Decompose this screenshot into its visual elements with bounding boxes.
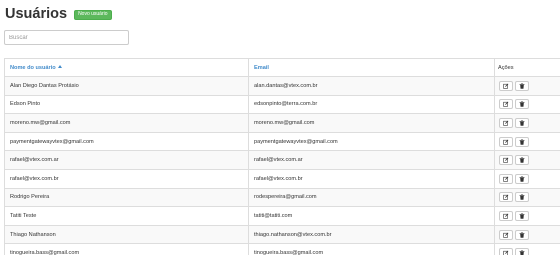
trash-icon bbox=[519, 176, 525, 182]
table-header-row: Nome do usuário Email Ações bbox=[4, 58, 560, 77]
users-table-body: Alan Diego Dantas Protásio alan.dantas@vt… bbox=[4, 76, 560, 255]
user-actions-cell bbox=[494, 94, 560, 115]
edit-user-button[interactable] bbox=[499, 173, 513, 184]
user-email-cell: rafael@vtex.com.br bbox=[248, 168, 495, 189]
table-row: rafael@vtex.com.br rafael@vtex.com.br bbox=[4, 168, 560, 189]
user-actions-cell bbox=[494, 168, 560, 189]
sort-ascending-icon bbox=[57, 64, 62, 68]
delete-user-button[interactable] bbox=[515, 192, 529, 203]
user-email-cell: tinogueira.bass@gmail.com bbox=[248, 243, 495, 255]
delete-user-button[interactable] bbox=[515, 173, 529, 184]
user-email-cell: rodespereira@gmail.com bbox=[248, 187, 495, 208]
delete-user-button[interactable] bbox=[515, 80, 529, 91]
edit-user-button[interactable] bbox=[499, 192, 513, 203]
user-name-cell: rafael@vtex.com.br bbox=[4, 168, 249, 189]
table-row: Alan Diego Dantas Protásio alan.dantas@vt… bbox=[4, 76, 560, 96]
user-actions-cell bbox=[494, 224, 560, 245]
user-actions-cell bbox=[494, 131, 560, 152]
edit-icon bbox=[503, 120, 509, 126]
trash-icon bbox=[519, 194, 525, 201]
trash-icon bbox=[519, 83, 525, 89]
table-row: paymentgatewayvtex@gmail.com paymentgatew… bbox=[4, 131, 560, 152]
edit-user-button[interactable] bbox=[499, 80, 513, 91]
delete-user-button[interactable] bbox=[515, 210, 529, 221]
user-email-cell: moreno.mw@gmail.com bbox=[248, 113, 495, 133]
page-header: Usuários Novo usuário bbox=[5, 6, 112, 22]
trash-icon bbox=[519, 138, 525, 145]
user-name-cell: Alan Diego Dantas Protásio bbox=[4, 76, 249, 96]
edit-icon bbox=[503, 194, 509, 201]
edit-icon bbox=[503, 213, 509, 219]
column-header-email-label: Email bbox=[254, 64, 269, 71]
trash-icon bbox=[519, 157, 525, 163]
trash-icon bbox=[519, 101, 525, 108]
user-actions-cell bbox=[494, 113, 560, 133]
edit-icon bbox=[503, 232, 509, 238]
user-email-cell: tatiti@tatiti.com bbox=[248, 206, 495, 226]
trash-icon bbox=[519, 231, 525, 238]
page-title: Usuários bbox=[5, 6, 68, 22]
table-row: Rodrigo Pereira rodespereira@gmail.com bbox=[4, 187, 560, 208]
edit-icon bbox=[503, 101, 509, 108]
edit-user-button[interactable] bbox=[499, 136, 513, 147]
user-name-cell: Edson Pinto bbox=[4, 94, 249, 115]
user-email-cell: edsonpinto@terra.com.br bbox=[248, 94, 495, 115]
trash-icon bbox=[519, 213, 525, 219]
edit-icon bbox=[503, 250, 509, 255]
table-row: rafael@vtex.com.ar rafael@vtex.com.ar bbox=[4, 150, 560, 170]
delete-user-button[interactable] bbox=[515, 136, 529, 147]
delete-user-button[interactable] bbox=[515, 229, 529, 240]
search-input[interactable] bbox=[4, 30, 129, 45]
user-name-cell: tinogueira.bass@gmail.com bbox=[4, 243, 249, 255]
user-actions-cell bbox=[494, 206, 560, 226]
edit-user-button[interactable] bbox=[499, 117, 513, 128]
table-row: moreno.mw@gmail.com moreno.mw@gmail.com bbox=[4, 113, 560, 133]
edit-user-button[interactable] bbox=[499, 248, 513, 255]
edit-user-button[interactable] bbox=[499, 99, 513, 110]
delete-user-button[interactable] bbox=[515, 99, 529, 110]
column-header-email[interactable]: Email bbox=[248, 58, 495, 77]
user-actions-cell bbox=[494, 187, 560, 208]
column-header-name-label: Nome do usuário bbox=[10, 64, 56, 71]
user-email-cell: alan.dantas@vtex.com.br bbox=[248, 76, 495, 96]
column-header-actions: Ações bbox=[494, 58, 560, 77]
users-page: Usuários Novo usuário Nome do usuário Em… bbox=[0, 0, 560, 255]
new-user-button[interactable]: Novo usuário bbox=[74, 9, 112, 20]
edit-icon bbox=[503, 157, 509, 163]
user-email-cell: rafael@vtex.com.ar bbox=[248, 150, 495, 170]
user-name-cell: moreno.mw@gmail.com bbox=[4, 113, 249, 133]
user-name-cell: Rodrigo Pereira bbox=[4, 187, 249, 208]
edit-icon bbox=[503, 139, 509, 145]
edit-user-button[interactable] bbox=[499, 210, 513, 221]
user-email-cell: paymentgatewayvtex@gmail.com bbox=[248, 131, 495, 152]
column-header-name[interactable]: Nome do usuário bbox=[4, 58, 249, 77]
edit-icon bbox=[503, 83, 509, 89]
user-name-cell: rafael@vtex.com.ar bbox=[4, 150, 249, 170]
user-email-cell: thiago.nathanson@vtex.com.br bbox=[248, 224, 495, 245]
delete-user-button[interactable] bbox=[515, 155, 529, 166]
delete-user-button[interactable] bbox=[515, 248, 529, 255]
table-row: Thiago Nathanson thiago.nathanson@vtex.co… bbox=[4, 224, 560, 245]
table-row: tinogueira.bass@gmail.com tinogueira.bass… bbox=[4, 243, 560, 255]
table-row: Edson Pinto edsonpinto@terra.com.br bbox=[4, 94, 560, 115]
trash-icon bbox=[519, 120, 525, 126]
user-actions-cell bbox=[494, 243, 560, 255]
column-header-actions-label: Ações bbox=[498, 64, 514, 71]
delete-user-button[interactable] bbox=[515, 117, 529, 128]
user-actions-cell bbox=[494, 76, 560, 96]
edit-user-button[interactable] bbox=[499, 155, 513, 166]
table-row: Tatiti Teste tatiti@tatiti.com bbox=[4, 206, 560, 226]
user-actions-cell bbox=[494, 150, 560, 170]
user-name-cell: Tatiti Teste bbox=[4, 206, 249, 226]
edit-icon bbox=[503, 176, 509, 182]
trash-icon bbox=[519, 250, 525, 255]
user-name-cell: paymentgatewayvtex@gmail.com bbox=[4, 131, 249, 152]
user-name-cell: Thiago Nathanson bbox=[4, 224, 249, 245]
users-table: Nome do usuário Email Ações Alan Diego D… bbox=[4, 58, 560, 255]
edit-user-button[interactable] bbox=[499, 229, 513, 240]
